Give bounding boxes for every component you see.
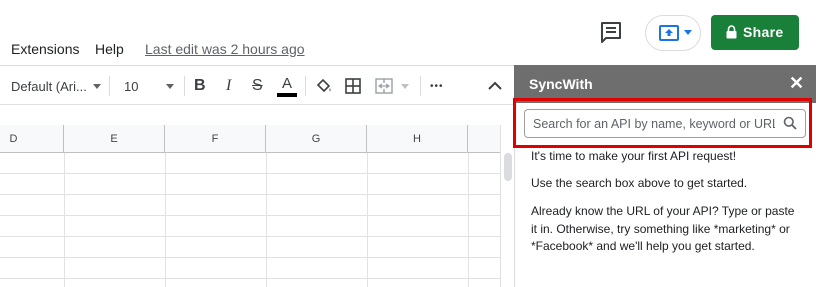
more-horizontal-icon: ••• — [430, 80, 444, 92]
grid-line — [0, 173, 500, 174]
text-color-icon: A — [281, 74, 292, 92]
text-color-button[interactable]: A — [277, 66, 297, 106]
menu-help[interactable]: Help — [95, 41, 124, 57]
italic-icon: I — [226, 77, 232, 94]
api-search-input[interactable] — [525, 110, 775, 137]
column-header-e[interactable]: E — [64, 125, 165, 153]
grid-line — [0, 257, 500, 258]
grid-line — [0, 194, 500, 195]
borders-button[interactable] — [345, 66, 361, 106]
more-options-button[interactable]: ••• — [430, 66, 444, 106]
bold-button[interactable]: B — [194, 66, 206, 106]
hint-message: Already know the URL of your API? Type o… — [531, 204, 795, 253]
intro-message: It's time to make your first API request… — [531, 149, 737, 163]
column-header-f[interactable]: F — [165, 125, 266, 153]
column-label: E — [110, 133, 118, 145]
comment-icon — [601, 22, 621, 43]
paint-bucket-icon — [316, 78, 331, 95]
font-family-select[interactable]: Default (Ari... — [11, 66, 103, 106]
column-label: H — [413, 133, 421, 145]
chevron-down-icon — [92, 83, 101, 89]
api-search-box[interactable] — [524, 109, 806, 138]
chevron-down-icon — [684, 30, 692, 35]
text-color-swatch — [277, 92, 297, 97]
menubar: Extensions Help Last edit was 2 hours ag… — [0, 0, 816, 64]
scrollbar-thumb[interactable] — [504, 153, 512, 181]
toolbar-divider — [305, 76, 306, 96]
font-size-value: 10 — [124, 78, 139, 94]
chevron-down-icon — [166, 83, 175, 89]
column-label: G — [311, 133, 321, 145]
toolbar-divider — [184, 76, 185, 96]
chevron-up-icon — [488, 81, 502, 90]
grid-line — [0, 278, 500, 279]
font-size-select[interactable]: 10 — [124, 66, 180, 106]
merge-cells-icon — [375, 78, 393, 94]
borders-icon — [345, 78, 361, 94]
toolbar: Default (Ari... 10 B I S A ••• — [0, 65, 514, 105]
font-family-value: Default (Ari... — [11, 78, 87, 94]
last-edit-link[interactable]: Last edit was 2 hours ago — [145, 41, 305, 57]
close-icon[interactable]: ✕ — [789, 73, 804, 94]
comment-history-button[interactable] — [598, 20, 626, 46]
italic-button[interactable]: I — [226, 66, 231, 106]
toolbar-divider — [109, 76, 110, 96]
toolbar-divider — [420, 76, 421, 96]
column-header-d[interactable]: D — [0, 125, 64, 153]
strikethrough-button[interactable]: S — [252, 66, 263, 106]
merge-cells-button[interactable] — [375, 66, 409, 106]
grid-line — [0, 236, 500, 237]
menu-extensions[interactable]: Extensions — [11, 41, 79, 57]
chevron-down-icon — [401, 83, 409, 89]
grid-line — [0, 215, 500, 216]
search-icon[interactable] — [783, 116, 797, 130]
instructions-message: Use the search box above to get started. — [531, 176, 748, 190]
sidebar-title: SyncWith — [529, 76, 593, 92]
present-icon — [659, 25, 679, 41]
column-label: F — [211, 133, 219, 145]
fill-color-button[interactable] — [315, 66, 333, 106]
column-label: D — [9, 133, 18, 145]
present-button[interactable] — [645, 15, 701, 51]
share-button[interactable]: Share — [711, 15, 799, 50]
share-label: Share — [743, 24, 784, 40]
column-header-h[interactable]: H — [367, 125, 468, 153]
column-header-g[interactable]: G — [266, 125, 367, 153]
column-header-row: D E F G H — [0, 125, 500, 153]
lock-icon — [726, 25, 737, 39]
vertical-scrollbar[interactable] — [500, 125, 514, 287]
collapse-toolbar-button[interactable] — [488, 66, 502, 106]
bold-icon: B — [194, 77, 206, 94]
strikethrough-icon: S — [252, 77, 263, 94]
